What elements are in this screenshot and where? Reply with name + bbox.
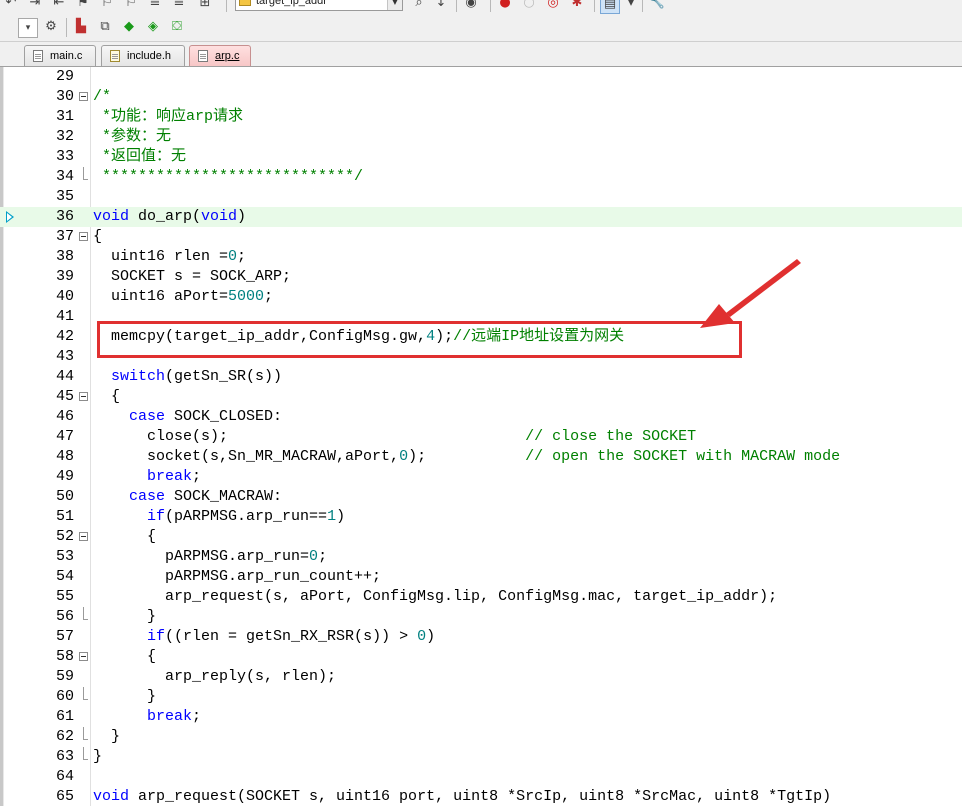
bookmark-prev-icon[interactable]: ⚐ bbox=[98, 0, 116, 12]
bookmark-next-icon[interactable]: ⚐ bbox=[122, 0, 140, 12]
build-toolbar: ↶ ⇥ ⇤ ⚑ ⚐ ⚐ ≡ ≡ ⊞ target_ip_addr ▼ ⌕ ↓ ◉… bbox=[0, 0, 962, 15]
find-in-files-icon[interactable]: ⊞ bbox=[196, 0, 214, 12]
annotation-arrow bbox=[700, 259, 801, 328]
tab-main-c[interactable]: main.c bbox=[24, 45, 96, 67]
find-combo-value: target_ip_addr bbox=[256, 0, 327, 7]
unindent-icon[interactable]: ⇤ bbox=[50, 0, 68, 12]
configure-icon[interactable]: 🔧 bbox=[648, 0, 666, 12]
toolbar-separator bbox=[642, 0, 643, 12]
select-device-icon[interactable]: ⧉ bbox=[96, 18, 114, 36]
tab-arp-c[interactable]: arp.c bbox=[189, 45, 251, 68]
kill-breakpoints-icon[interactable]: ✱ bbox=[568, 0, 586, 12]
uncomment-icon[interactable]: ≡ bbox=[170, 0, 188, 12]
clear-breakpoints-icon[interactable]: ◎ bbox=[544, 0, 562, 12]
manage-run-time-icon[interactable]: ◆ bbox=[120, 18, 138, 36]
indent-icon[interactable]: ⇥ bbox=[26, 0, 44, 12]
tab-label: include.h bbox=[127, 50, 172, 62]
undo-icon[interactable]: ↶ bbox=[2, 0, 20, 12]
comment-icon[interactable]: ≡ bbox=[146, 0, 164, 12]
window-layout-icon[interactable]: ▤ bbox=[600, 0, 620, 14]
chevron-down-icon[interactable]: ▼ bbox=[387, 0, 402, 10]
wizard-icon[interactable]: ⚙ bbox=[42, 18, 60, 36]
pack-installer-icon[interactable]: ◈ bbox=[144, 18, 162, 36]
find-down-icon[interactable]: ↓ bbox=[432, 0, 450, 12]
manage-project-icon[interactable]: ▙ bbox=[72, 18, 90, 36]
dropdown-icon[interactable]: ▾ bbox=[18, 18, 38, 38]
find-combo[interactable]: target_ip_addr ▼ bbox=[235, 0, 403, 11]
toolbar-separator bbox=[456, 0, 457, 12]
target-toolbar: ▾ ⚙ ▙ ⧉ ◆ ◈ ⛋ bbox=[0, 14, 962, 42]
toolbar-separator bbox=[226, 0, 227, 12]
editor-tab-bar: main.c include.h arp.c bbox=[0, 42, 962, 68]
toolbar-separator bbox=[66, 18, 67, 37]
code-editor[interactable]: 29 30/* 31 *功能：响应arp请求 32 *参数：无 33 *返回值：无 34 … bbox=[0, 67, 962, 806]
options-icon[interactable]: ⛋ bbox=[168, 18, 186, 36]
tab-label: main.c bbox=[50, 50, 83, 62]
incremental-find-icon[interactable]: ⌕ bbox=[410, 0, 428, 12]
debug-icon[interactable]: ◉ bbox=[462, 0, 480, 12]
toolbar-separator bbox=[490, 0, 491, 12]
find-icon bbox=[239, 0, 251, 6]
tab-label: arp.c bbox=[215, 50, 240, 62]
breakpoint-icon[interactable]: ● bbox=[496, 0, 514, 12]
c-file-icon bbox=[198, 50, 208, 62]
disable-breakpoint-icon[interactable]: ○ bbox=[520, 0, 538, 12]
chevron-down-icon[interactable]: ▾ bbox=[622, 0, 640, 12]
toolbar-separator bbox=[594, 0, 595, 12]
tab-include-h[interactable]: include.h bbox=[101, 45, 185, 67]
h-file-icon bbox=[110, 50, 120, 62]
c-file-icon bbox=[33, 50, 43, 62]
bookmark-icon[interactable]: ⚑ bbox=[74, 0, 92, 12]
